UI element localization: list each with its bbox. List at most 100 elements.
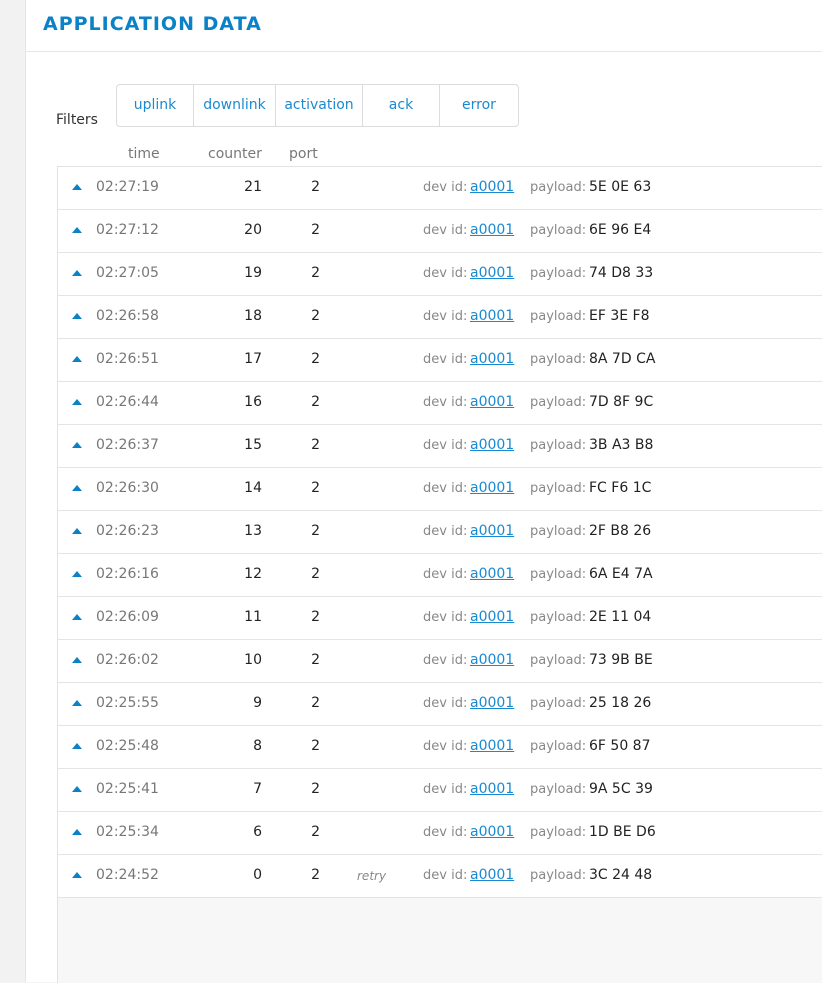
row-dev-id-link[interactable]: a0001 bbox=[470, 609, 514, 625]
row-dev-id-link[interactable]: a0001 bbox=[470, 652, 514, 668]
row-counter: 12 bbox=[244, 566, 262, 582]
row-time: 02:25:34 bbox=[96, 824, 159, 840]
filter-ack-button[interactable]: ack bbox=[363, 85, 440, 126]
row-dev-id-link[interactable]: a0001 bbox=[470, 437, 514, 453]
row-payload: 2E 11 04 bbox=[589, 609, 652, 625]
row-payload-label: payload: bbox=[530, 653, 587, 668]
row-dev-id-link[interactable]: a0001 bbox=[470, 351, 514, 367]
row-counter: 20 bbox=[244, 222, 262, 238]
row-dev-id-link[interactable]: a0001 bbox=[470, 824, 514, 840]
row-payload: 7D 8F 9C bbox=[589, 394, 654, 410]
table-row[interactable]: 02:26:30 14 2 dev id: a0001 payload: FC … bbox=[58, 468, 822, 511]
filter-activation-button[interactable]: activation bbox=[276, 85, 363, 126]
row-payload: 8A 7D CA bbox=[589, 351, 656, 367]
column-header-port: port bbox=[289, 146, 318, 162]
uplink-arrow-icon bbox=[72, 528, 82, 534]
table-row[interactable]: 02:26:58 18 2 dev id: a0001 payload: EF … bbox=[58, 296, 822, 339]
row-dev-id-label: dev id: bbox=[423, 739, 468, 754]
row-dev-id-link[interactable]: a0001 bbox=[470, 523, 514, 539]
row-dev-id-link[interactable]: a0001 bbox=[470, 308, 514, 324]
row-dev-id-link[interactable]: a0001 bbox=[470, 781, 514, 797]
row-time: 02:27:05 bbox=[96, 265, 159, 281]
row-dev-id-label: dev id: bbox=[423, 825, 468, 840]
row-dev-id-link[interactable]: a0001 bbox=[470, 695, 514, 711]
left-sidebar-strip bbox=[0, 0, 26, 982]
row-port: 2 bbox=[311, 738, 320, 754]
uplink-arrow-icon bbox=[72, 184, 82, 190]
row-port: 2 bbox=[311, 523, 320, 539]
row-time: 02:26:30 bbox=[96, 480, 159, 496]
row-dev-id-link[interactable]: a0001 bbox=[470, 738, 514, 754]
row-payload: 74 D8 33 bbox=[589, 265, 654, 281]
row-dev-id-link[interactable]: a0001 bbox=[470, 867, 514, 883]
table-row[interactable]: 02:26:37 15 2 dev id: a0001 payload: 3B … bbox=[58, 425, 822, 468]
uplink-arrow-icon bbox=[72, 313, 82, 319]
table-row[interactable]: 02:26:16 12 2 dev id: a0001 payload: 6A … bbox=[58, 554, 822, 597]
table-row[interactable]: 02:25:34 6 2 dev id: a0001 payload: 1D B… bbox=[58, 812, 822, 855]
row-time: 02:27:19 bbox=[96, 179, 159, 195]
row-payload-label: payload: bbox=[530, 395, 587, 410]
uplink-arrow-icon bbox=[72, 614, 82, 620]
row-counter: 9 bbox=[253, 695, 262, 711]
table-row[interactable]: 02:25:41 7 2 dev id: a0001 payload: 9A 5… bbox=[58, 769, 822, 812]
row-port: 2 bbox=[311, 437, 320, 453]
table-row[interactable]: 02:25:48 8 2 dev id: a0001 payload: 6F 5… bbox=[58, 726, 822, 769]
row-payload-label: payload: bbox=[530, 481, 587, 496]
data-table: 02:27:19 21 2 dev id: a0001 payload: 5E … bbox=[57, 166, 822, 983]
row-payload-label: payload: bbox=[530, 180, 587, 195]
uplink-arrow-icon bbox=[72, 442, 82, 448]
table-row[interactable]: 02:27:12 20 2 dev id: a0001 payload: 6E … bbox=[58, 210, 822, 253]
row-counter: 17 bbox=[244, 351, 262, 367]
row-dev-id-link[interactable]: a0001 bbox=[470, 179, 514, 195]
row-counter: 19 bbox=[244, 265, 262, 281]
column-header-counter: counter bbox=[208, 146, 262, 162]
row-counter: 8 bbox=[253, 738, 262, 754]
table-row[interactable]: 02:27:19 21 2 dev id: a0001 payload: 5E … bbox=[58, 167, 822, 210]
row-port: 2 bbox=[311, 179, 320, 195]
uplink-arrow-icon bbox=[72, 227, 82, 233]
row-counter: 13 bbox=[244, 523, 262, 539]
filter-error-button[interactable]: error bbox=[440, 85, 518, 126]
row-time: 02:26:37 bbox=[96, 437, 159, 453]
row-payload-label: payload: bbox=[530, 524, 587, 539]
table-row[interactable]: 02:25:55 9 2 dev id: a0001 payload: 25 1… bbox=[58, 683, 822, 726]
row-time: 02:26:51 bbox=[96, 351, 159, 367]
row-counter: 0 bbox=[253, 867, 262, 883]
uplink-arrow-icon bbox=[72, 399, 82, 405]
row-payload-label: payload: bbox=[530, 438, 587, 453]
row-dev-id-link[interactable]: a0001 bbox=[470, 480, 514, 496]
row-dev-id-label: dev id: bbox=[423, 438, 468, 453]
row-dev-id-link[interactable]: a0001 bbox=[470, 265, 514, 281]
row-dev-id-link[interactable]: a0001 bbox=[470, 394, 514, 410]
row-payload-label: payload: bbox=[530, 825, 587, 840]
row-payload: 3B A3 B8 bbox=[589, 437, 654, 453]
row-payload-label: payload: bbox=[530, 567, 587, 582]
table-row[interactable]: 02:26:51 17 2 dev id: a0001 payload: 8A … bbox=[58, 339, 822, 382]
row-dev-id-label: dev id: bbox=[423, 266, 468, 281]
row-payload-label: payload: bbox=[530, 610, 587, 625]
filter-downlink-button[interactable]: downlink bbox=[194, 85, 276, 126]
row-dev-id-link[interactable]: a0001 bbox=[470, 222, 514, 238]
row-payload-label: payload: bbox=[530, 696, 587, 711]
row-counter: 16 bbox=[244, 394, 262, 410]
filter-uplink-button[interactable]: uplink bbox=[117, 85, 194, 126]
table-row[interactable]: 02:27:05 19 2 dev id: a0001 payload: 74 … bbox=[58, 253, 822, 296]
uplink-arrow-icon bbox=[72, 829, 82, 835]
column-header-time: time bbox=[128, 146, 160, 162]
table-row[interactable]: 02:24:52 0 2 retry dev id: a0001 payload… bbox=[58, 855, 822, 898]
row-counter: 15 bbox=[244, 437, 262, 453]
row-payload: 9A 5C 39 bbox=[589, 781, 653, 797]
row-time: 02:25:41 bbox=[96, 781, 159, 797]
row-time: 02:26:58 bbox=[96, 308, 159, 324]
row-dev-id-link[interactable]: a0001 bbox=[470, 566, 514, 582]
table-row[interactable]: 02:26:09 11 2 dev id: a0001 payload: 2E … bbox=[58, 597, 822, 640]
table-row[interactable]: 02:26:23 13 2 dev id: a0001 payload: 2F … bbox=[58, 511, 822, 554]
table-row[interactable]: 02:26:02 10 2 dev id: a0001 payload: 73 … bbox=[58, 640, 822, 683]
row-port: 2 bbox=[311, 824, 320, 840]
row-time: 02:26:44 bbox=[96, 394, 159, 410]
uplink-arrow-icon bbox=[72, 571, 82, 577]
row-payload: 3C 24 48 bbox=[589, 867, 653, 883]
table-row[interactable]: 02:26:44 16 2 dev id: a0001 payload: 7D … bbox=[58, 382, 822, 425]
row-counter: 10 bbox=[244, 652, 262, 668]
uplink-arrow-icon bbox=[72, 270, 82, 276]
